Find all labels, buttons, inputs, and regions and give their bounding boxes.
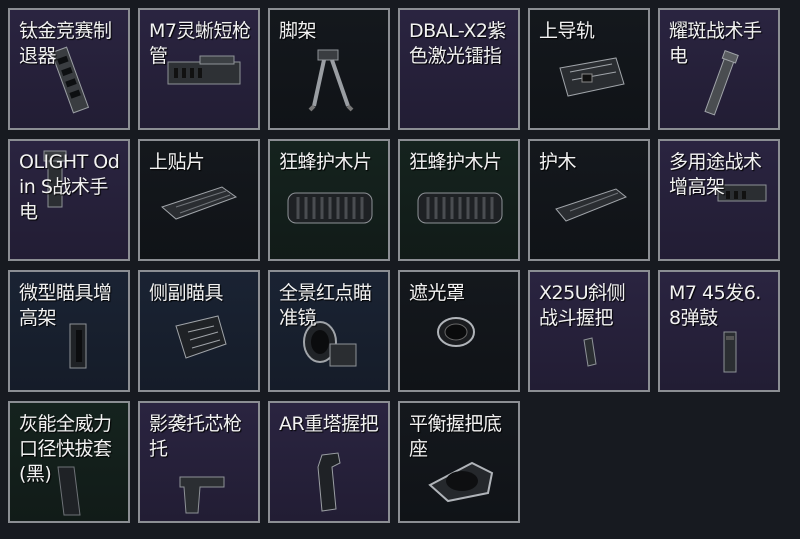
item-label: 全景红点瞄准镜 [279,282,372,329]
item-cell-short-barrel[interactable]: M7灵蜥短枪管 [138,8,260,130]
item-label: OLIGHT Odin S战术手电 [19,151,120,223]
item-label: 多用途战术增高架 [669,151,762,198]
item-label: 耀斑战术手电 [669,20,762,67]
item-cell-pistol-grip[interactable]: AR重塔握把 [268,401,390,523]
item-cell-top-rail[interactable]: 上导轨 [528,8,650,130]
item-label: M7 45发6.8弹鼓 [669,282,761,329]
item-cell-angled-grip[interactable]: X25U斜侧战斗握把 [528,270,650,392]
item-cell-micro-riser[interactable]: 微型瞄具增高架 [8,270,130,392]
item-cell-laser-sight[interactable]: DBAL-X2紫色激光镭指 [398,8,520,130]
item-label: 影袭托芯枪托 [149,413,242,460]
item-label: DBAL-X2紫色激光镭指 [409,20,506,67]
item-label: 微型瞄具增高架 [19,282,112,329]
item-label: 狂蜂护木片 [279,151,372,173]
item-cell-red-dot-sight[interactable]: 全景红点瞄准镜 [268,270,390,392]
item-label: 遮光罩 [409,282,465,304]
item-cell-handguard-panel-2[interactable]: 狂蜂护木片 [398,139,520,261]
item-label: 上导轨 [539,20,595,42]
item-label: AR重塔握把 [279,413,379,435]
item-cell-handguard-panel-1[interactable]: 狂蜂护木片 [268,139,390,261]
item-cell-bipod[interactable]: 脚架 [268,8,390,130]
item-grid: 钛金竞赛制退器 M7灵蜥短枪管 脚架 DBAL-X2紫色激光镭指 上导轨 耀斑战… [8,8,780,523]
item-label: 护木 [539,151,577,173]
item-cell-grip-base[interactable]: 平衡握把底座 [398,401,520,523]
item-label: 平衡握把底座 [409,413,502,460]
item-cell-sunshade[interactable]: 遮光罩 [398,270,520,392]
item-cell-handguard[interactable]: 护木 [528,139,650,261]
item-label: 侧副瞄具 [149,282,224,304]
item-label: M7灵蜥短枪管 [149,20,251,67]
item-cell-riser-mount[interactable]: 多用途战术增高架 [658,139,780,261]
item-label: 灰能全威力口径快拔套(黑) [19,413,112,485]
item-cell-suppressor-mount[interactable]: 灰能全威力口径快拔套(黑) [8,401,130,523]
item-cell-rail-cover[interactable]: 上贴片 [138,139,260,261]
item-cell-drum-magazine[interactable]: M7 45发6.8弹鼓 [658,270,780,392]
item-cell-tactical-flashlight[interactable]: 耀斑战术手电 [658,8,780,130]
item-cell-olight-flashlight[interactable]: OLIGHT Odin S战术手电 [8,139,130,261]
item-label: 钛金竞赛制退器 [19,20,112,67]
item-label: 上贴片 [149,151,205,173]
item-label: 脚架 [279,20,317,42]
item-label: X25U斜侧战斗握把 [539,282,626,329]
item-cell-offset-sight[interactable]: 侧副瞄具 [138,270,260,392]
item-cell-stock[interactable]: 影袭托芯枪托 [138,401,260,523]
item-cell-muzzle-brake[interactable]: 钛金竞赛制退器 [8,8,130,130]
item-label: 狂蜂护木片 [409,151,502,173]
